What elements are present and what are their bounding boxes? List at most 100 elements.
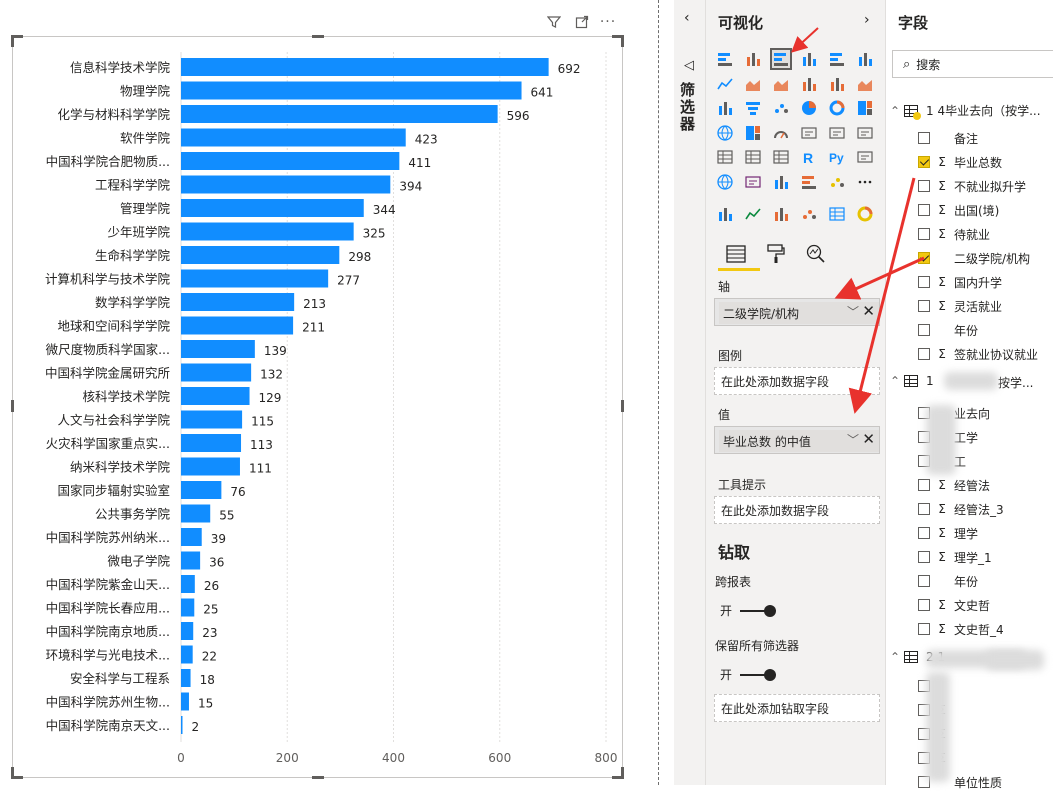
- bar[interactable]: [181, 716, 183, 734]
- filled-map-icon[interactable]: [742, 122, 764, 144]
- bar[interactable]: [181, 269, 329, 288]
- axis-well[interactable]: 二级学院/机构 ﹀ ✕: [714, 298, 880, 326]
- field-checkbox[interactable]: [918, 348, 930, 360]
- bar[interactable]: [181, 669, 191, 687]
- waterfall-icon[interactable]: [714, 97, 736, 119]
- field-item[interactable]: 备注: [918, 128, 978, 148]
- field-checkbox[interactable]: [918, 551, 930, 563]
- field-item[interactable]: Σ 文史哲_4: [918, 619, 1004, 639]
- matrix-icon[interactable]: [770, 146, 792, 168]
- r-visual-icon[interactable]: R: [798, 146, 820, 168]
- field-checkbox[interactable]: [918, 252, 930, 264]
- field-item[interactable]: Σ 灵活就业: [918, 296, 1002, 316]
- custom-visual-3-icon[interactable]: [770, 203, 792, 225]
- filters-pane-collapsed[interactable]: ‹ ◁ 筛选器: [674, 0, 706, 785]
- field-checkbox[interactable]: [918, 527, 930, 539]
- 100-column-icon[interactable]: [854, 48, 876, 70]
- field-item[interactable]: 年份: [918, 320, 978, 340]
- remove-field-icon[interactable]: ✕: [862, 302, 875, 320]
- scatter-icon[interactable]: [770, 97, 792, 119]
- legend-well-dropzone[interactable]: 在此处添加数据字段: [714, 367, 880, 395]
- field-item[interactable]: Σ 经管法: [918, 475, 990, 495]
- field-checkbox[interactable]: [918, 623, 930, 635]
- axis-field-pill[interactable]: 二级学院/机构 ﹀ ✕: [719, 302, 879, 324]
- python-visual-icon[interactable]: Py: [826, 146, 848, 168]
- fields-search-input[interactable]: ⌕ 搜索: [892, 50, 1053, 78]
- bar[interactable]: [181, 152, 400, 170]
- ellipsis-icon[interactable]: [854, 171, 876, 193]
- analytics-magnifier-icon[interactable]: [802, 240, 830, 268]
- field-item[interactable]: Σ 文史哲: [918, 595, 990, 615]
- tooltip-well-dropzone[interactable]: 在此处添加数据字段: [714, 496, 880, 524]
- collapse-chevron-icon[interactable]: ⌃: [890, 374, 904, 388]
- bar[interactable]: [181, 575, 195, 593]
- filters-label[interactable]: 筛选器: [678, 82, 698, 133]
- bar[interactable]: [181, 246, 340, 264]
- bar[interactable]: [181, 316, 294, 335]
- bar[interactable]: [181, 622, 194, 640]
- field-table[interactable]: ⌃ 1: [890, 374, 934, 388]
- bar[interactable]: [181, 222, 354, 241]
- globe-map-icon[interactable]: [714, 171, 736, 193]
- bar[interactable]: [181, 340, 255, 358]
- bar[interactable]: [181, 410, 243, 429]
- chevron-down-icon[interactable]: ﹀: [847, 431, 859, 448]
- field-item[interactable]: Σ 不就业拟升学: [918, 176, 1026, 196]
- bar[interactable]: [181, 81, 522, 100]
- field-item[interactable]: 年份: [918, 571, 978, 591]
- keep-filters-toggle[interactable]: 开: [720, 666, 777, 683]
- field-item[interactable]: Σ 毕业总数: [918, 152, 1002, 172]
- field-checkbox[interactable]: [918, 479, 930, 491]
- slicer-icon[interactable]: [714, 146, 736, 168]
- custom-visual-5-icon[interactable]: [826, 203, 848, 225]
- decomposition-icon[interactable]: [770, 171, 792, 193]
- collapse-chevron-icon[interactable]: ⌃: [890, 104, 904, 118]
- bar[interactable]: [181, 504, 211, 523]
- field-item[interactable]: 二级学院/机构: [918, 248, 1030, 268]
- format-paint-roller-icon[interactable]: [762, 240, 790, 268]
- field-item[interactable]: Σ 理学_1: [918, 547, 992, 567]
- clustered-bar-icon[interactable]: [770, 48, 792, 70]
- field-item[interactable]: Σ 签就业协议就业: [918, 344, 1038, 364]
- expand-filters-icon[interactable]: ‹: [684, 10, 690, 26]
- card-icon[interactable]: [798, 122, 820, 144]
- bar[interactable]: [181, 434, 242, 452]
- field-checkbox[interactable]: [918, 276, 930, 288]
- remove-field-icon[interactable]: ✕: [862, 430, 875, 448]
- line-chart-icon[interactable]: [714, 73, 736, 95]
- stacked-column-icon[interactable]: [742, 48, 764, 70]
- donut-icon[interactable]: [826, 97, 848, 119]
- field-table[interactable]: ⌃ 1 4毕业去向（按学...: [890, 102, 1041, 120]
- multirow-card-icon[interactable]: [826, 122, 848, 144]
- field-checkbox[interactable]: [918, 324, 930, 336]
- field-checkbox[interactable]: [918, 599, 930, 611]
- bar[interactable]: [181, 645, 193, 664]
- bar[interactable]: [181, 175, 391, 194]
- bar[interactable]: [181, 598, 195, 617]
- cross-report-toggle[interactable]: 开: [720, 602, 777, 619]
- line-stacked-column-icon[interactable]: [826, 73, 848, 95]
- field-checkbox[interactable]: [918, 503, 930, 515]
- toggle-switch[interactable]: [740, 604, 777, 617]
- 100-bar-icon[interactable]: [826, 48, 848, 70]
- custom-visual-2-icon[interactable]: [742, 203, 764, 225]
- field-checkbox[interactable]: [918, 132, 930, 144]
- treemap-icon[interactable]: [854, 97, 876, 119]
- bar[interactable]: [181, 387, 250, 405]
- field-item[interactable]: Σ 待就业: [918, 224, 990, 244]
- bar[interactable]: [181, 105, 498, 123]
- clustered-column-icon[interactable]: [798, 48, 820, 70]
- custom-visual-1-icon[interactable]: [714, 203, 736, 225]
- kpi-icon[interactable]: [854, 122, 876, 144]
- custom-visual-6-icon[interactable]: [854, 203, 876, 225]
- field-checkbox[interactable]: [918, 300, 930, 312]
- field-checkbox[interactable]: [918, 575, 930, 587]
- bar[interactable]: [181, 481, 222, 499]
- bar[interactable]: [181, 293, 295, 311]
- value-field-pill[interactable]: 毕业总数 的中值 ﹀ ✕: [719, 430, 879, 452]
- area-chart-icon[interactable]: [742, 73, 764, 95]
- word-cloud-icon[interactable]: [798, 171, 820, 193]
- collapse-visualizations-icon[interactable]: ›: [864, 12, 870, 28]
- field-item[interactable]: Σ 出国(境): [918, 200, 999, 220]
- field-checkbox[interactable]: [918, 156, 930, 168]
